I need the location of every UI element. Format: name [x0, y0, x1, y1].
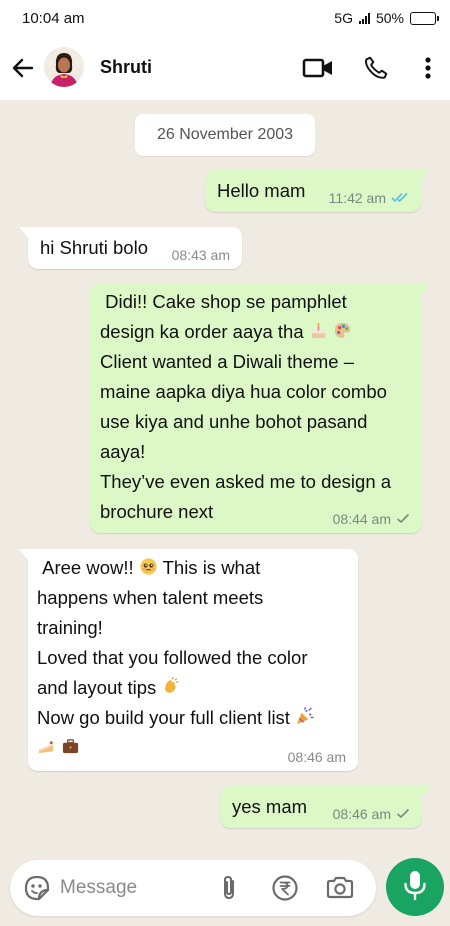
- status-time: 10:04 am: [22, 9, 85, 27]
- message-line: aaya!: [100, 441, 146, 462]
- message-outgoing[interactable]: yes mam 08:46 am: [220, 786, 431, 828]
- video-call-icon[interactable]: [302, 52, 334, 84]
- message-line: Loved that you followed the color: [37, 647, 308, 668]
- message-meta: 08:46 am: [333, 806, 410, 822]
- phone-call-icon[interactable]: [360, 52, 392, 84]
- message-incoming[interactable]: hi Shruti bolo 08:43 am: [19, 227, 242, 269]
- message-time: 08:44 am: [332, 511, 391, 527]
- message-composer: [10, 860, 376, 916]
- sticker-icon[interactable]: [22, 873, 52, 903]
- message-text: yes mam: [232, 796, 308, 817]
- battery-icon: [410, 11, 439, 25]
- message-time: 08:46 am: [287, 749, 346, 765]
- read-ticks-icon: [391, 190, 409, 206]
- message-time: 08:46 am: [332, 806, 391, 822]
- voice-message-button[interactable]: [386, 858, 444, 916]
- message-line: design ka order aaya tha: [100, 317, 412, 347]
- message-line: Client wanted a Diwali theme –: [100, 351, 354, 372]
- briefcase-icon: [61, 735, 80, 754]
- status-bar: 10:04 am 5G 50%: [0, 0, 450, 36]
- chat-header: Shruti: [0, 36, 450, 100]
- message-time: 11:42 am: [328, 190, 386, 206]
- status-indicators: 5G 50%: [334, 10, 439, 26]
- rupee-payment-icon[interactable]: [270, 873, 300, 903]
- clapping-hands-icon: [161, 675, 180, 694]
- sent-tick-icon: [396, 806, 410, 822]
- signal-icon: [358, 12, 370, 24]
- message-line: and layout tips: [37, 673, 349, 703]
- message-meta: 11:42 am: [329, 190, 409, 206]
- microphone-icon: [402, 869, 428, 906]
- camera-icon[interactable]: [325, 873, 355, 903]
- battery-percent: 50%: [375, 10, 404, 26]
- message-line: use kiya and unhe bohot pasand: [100, 411, 368, 432]
- message-line: Didi!! Cake shop se pamphlet: [100, 291, 347, 312]
- avatar[interactable]: [44, 47, 84, 87]
- more-options-icon[interactable]: [412, 52, 444, 84]
- back-arrow-icon[interactable]: [10, 55, 36, 81]
- message-outgoing[interactable]: Hello mam 11:42 am: [205, 170, 430, 212]
- pleading-face-icon: [139, 555, 158, 575]
- message-line: Now go build your full client list: [37, 703, 349, 733]
- message-outgoing[interactable]: Didi!! Cake shop se pamphlet design ka o…: [90, 283, 431, 533]
- attach-icon[interactable]: [214, 873, 244, 903]
- message-text: Hello mam: [217, 180, 306, 201]
- message-incoming[interactable]: Aree wow!! This is what happens when tal…: [19, 549, 358, 771]
- message-line: Aree wow!! This is what: [37, 555, 261, 578]
- message-time: 08:43 am: [171, 247, 230, 263]
- contact-name[interactable]: Shruti: [100, 57, 152, 78]
- message-line: happens when talent meets: [37, 587, 264, 608]
- sent-tick-icon: [396, 511, 410, 527]
- birthday-cake-icon: [309, 319, 328, 339]
- message-input[interactable]: [60, 876, 210, 900]
- cake-slice-icon: [37, 735, 56, 754]
- chat-area[interactable]: 26 November 2003 Hello mam 11:42 am hi S…: [0, 100, 450, 854]
- date-divider: 26 November 2003: [135, 114, 315, 156]
- party-popper-icon: [295, 705, 314, 725]
- message-meta: 08:46 am: [288, 749, 346, 765]
- message-line: maine aapka diya hua color combo: [100, 381, 387, 402]
- message-meta: 08:43 am: [172, 247, 230, 263]
- network-type: 5G: [334, 10, 353, 26]
- message-line: training!: [37, 617, 103, 638]
- message-meta: 08:44 am: [333, 511, 410, 527]
- message-line: They’ve even asked me to design a: [100, 471, 392, 492]
- artist-palette-icon: [333, 319, 352, 339]
- message-text: hi Shruti bolo: [40, 237, 148, 258]
